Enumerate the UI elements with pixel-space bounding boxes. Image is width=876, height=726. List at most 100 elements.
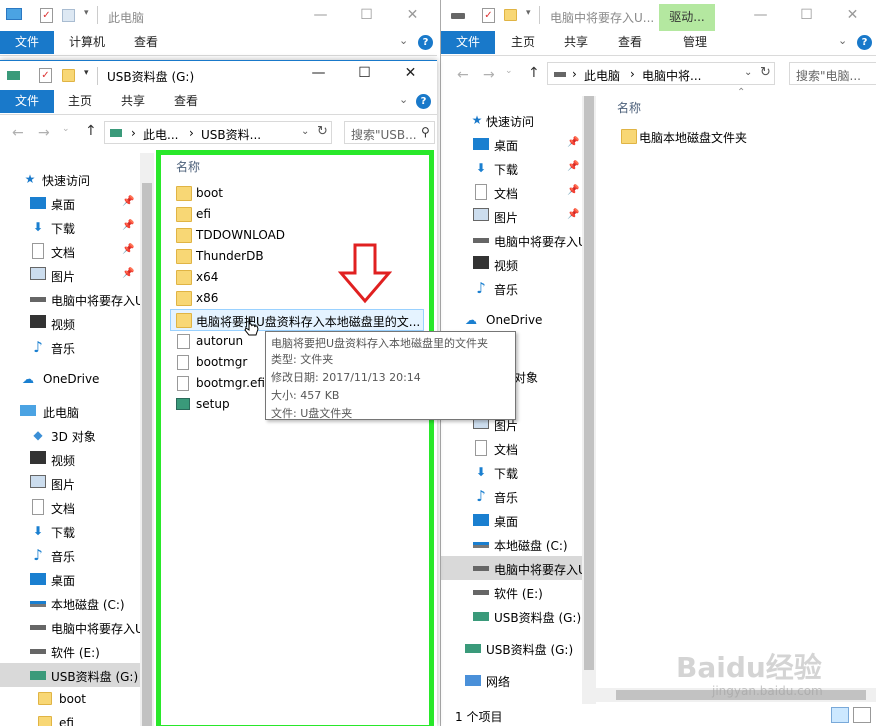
pin-icon[interactable]: 📌 [122,220,134,231]
chevron-down-icon[interactable]: ⌄ [838,34,847,47]
scrollbar-thumb[interactable] [584,96,594,670]
nav-target-drive-selected[interactable]: 电脑中将要存入U [441,556,595,580]
folder-icon[interactable] [504,9,517,21]
details-view-icon[interactable] [831,707,849,723]
nav-onedrive[interactable]: ☁ OneDrive [0,367,140,391]
nav-videos[interactable]: 视频 [441,252,595,276]
tab-home[interactable]: 主页 [503,31,543,54]
tab-view[interactable]: 查看 [166,90,206,113]
up-arrow-icon[interactable]: ↑ [528,65,540,81]
nav-scrollbar[interactable] [582,96,596,704]
nav-documents-pc[interactable]: 文档 [441,436,595,460]
nav-scrollbar[interactable] [140,153,154,726]
column-header-name[interactable]: 名称 [617,99,641,116]
nav-target-drive[interactable]: 电脑中将要存入U [0,287,140,311]
nav-pictures[interactable]: 图片 📌 [0,263,140,287]
nav-target-drive-pc[interactable]: 电脑中将要存入U [0,615,140,639]
tab-share[interactable]: 共享 [113,90,153,113]
tab-computer[interactable]: 计算机 [62,31,112,54]
chevron-down-icon[interactable]: ▾ [84,8,89,18]
maximize-button[interactable]: ☐ [342,61,387,89]
help-icon[interactable]: ? [857,35,872,50]
tab-home[interactable]: 主页 [60,90,100,113]
scrollbar-thumb[interactable] [142,183,152,726]
maximize-button[interactable]: ☐ [784,0,829,31]
breadcrumb-folder[interactable]: 电脑中将... [642,67,701,84]
search-icon[interactable]: ⚲ [421,125,430,139]
nav-documents[interactable]: 文档 📌 [0,239,140,263]
minimize-button[interactable]: — [738,0,783,31]
chevron-down-icon[interactable]: ⌄ [744,67,752,78]
tab-view[interactable]: 查看 [610,31,650,54]
tab-file[interactable]: 文件 [0,90,54,113]
back-arrow-icon[interactable]: ← [457,67,469,83]
nav-downloads[interactable]: ⬇ 下载 📌 [0,215,140,239]
file-row-target-folder[interactable]: 电脑将要把U盘资料存入本地磁盘里的文... [170,309,424,331]
nav-music-pc[interactable]: ♪ 音乐 [0,543,140,567]
breadcrumb-this-pc[interactable]: 此电脑 [584,67,620,84]
nav-onedrive[interactable]: ☁ OneDrive [441,308,595,332]
nav-documents-pc[interactable]: 文档 [0,495,140,519]
nav-this-pc[interactable]: 此电脑 [0,399,140,423]
nav-desktop-pc[interactable]: 桌面 [441,508,595,532]
back-arrow-icon[interactable]: ← [12,125,24,141]
properties-icon[interactable]: ✓ [39,68,52,83]
nav-boot[interactable]: boot [0,687,140,711]
search-box[interactable]: 搜索"电脑... [789,62,876,85]
chevron-down-icon[interactable]: ⌄ [301,126,309,137]
help-icon[interactable]: ? [416,94,431,109]
chevron-down-icon[interactable]: ⌄ [62,124,70,134]
refresh-icon[interactable]: ↻ [760,65,771,80]
pin-icon[interactable]: 📌 [567,137,579,148]
pin-icon[interactable]: 📌 [567,209,579,220]
file-row-efi[interactable]: efi [170,204,428,225]
maximize-button[interactable]: ☐ [344,0,389,31]
nav-pictures-pc[interactable]: 图片 [0,471,140,495]
nav-network[interactable]: 网络 [441,668,595,692]
tab-file[interactable]: 文件 [0,31,54,54]
properties-icon[interactable]: ✓ [40,8,53,23]
nav-software-e[interactable]: 软件 (E:) [441,580,595,604]
chevron-down-icon[interactable]: ⌄ [399,93,408,106]
minimize-button[interactable]: — [296,61,341,89]
large-icons-view-icon[interactable] [853,707,871,723]
nav-videos[interactable]: 视频 [0,311,140,335]
nav-desktop[interactable]: 桌面 📌 [441,132,595,156]
close-button[interactable]: ✕ [390,0,435,31]
chevron-down-icon[interactable]: ▾ [84,68,89,78]
search-box[interactable]: 搜索"USB... ⚲ [344,121,435,144]
pin-icon[interactable]: 📌 [567,161,579,172]
properties-icon[interactable]: ✓ [482,8,495,23]
chevron-down-icon[interactable]: ⌄ [399,34,408,47]
address-bar[interactable]: › 此电... › USB资料... ⌄ ↻ [104,121,332,144]
nav-videos-pc[interactable]: 视频 [0,447,140,471]
nav-music[interactable]: ♪ 音乐 [441,276,595,300]
nav-desktop-pc[interactable]: 桌面 [0,567,140,591]
tab-file[interactable]: 文件 [441,31,495,54]
column-header-name[interactable]: 名称 [176,158,200,175]
nav-local-disk-c[interactable]: 本地磁盘 (C:) [0,591,140,615]
nav-downloads[interactable]: ⬇ 下载 📌 [441,156,595,180]
nav-3d-objects[interactable]: ◆ 3D 对象 [0,423,140,447]
tab-view[interactable]: 查看 [126,31,166,54]
nav-downloads-pc[interactable]: ⬇ 下载 [0,519,140,543]
context-tab-drive[interactable]: 驱动... [659,4,715,31]
breadcrumb-this-pc[interactable]: 此电... [143,126,178,143]
minimize-button[interactable]: — [298,0,343,31]
forward-arrow-icon[interactable]: → [483,67,495,83]
close-button[interactable]: ✕ [830,0,875,31]
address-bar[interactable]: › 此电脑 › 电脑中将... ⌄ ↻ [547,62,775,85]
chevron-down-icon[interactable]: ⌄ [505,66,513,76]
nav-quick-access[interactable]: ★ 快速访问 [441,108,595,132]
nav-software-e[interactable]: 软件 (E:) [0,639,140,663]
up-arrow-icon[interactable]: ↑ [85,123,97,139]
nav-pictures[interactable]: 图片 📌 [441,204,595,228]
nav-desktop[interactable]: 桌面 📌 [0,191,140,215]
nav-documents[interactable]: 文档 📌 [441,180,595,204]
nav-local-disk-c[interactable]: 本地磁盘 (C:) [441,532,595,556]
nav-quick-access[interactable]: ★ 快速访问 [0,167,140,191]
pin-icon[interactable]: 📌 [122,196,134,207]
tab-manage[interactable]: 管理 [667,31,723,54]
nav-music-pc[interactable]: ♪ 音乐 [441,484,595,508]
new-folder-icon[interactable] [62,9,75,22]
